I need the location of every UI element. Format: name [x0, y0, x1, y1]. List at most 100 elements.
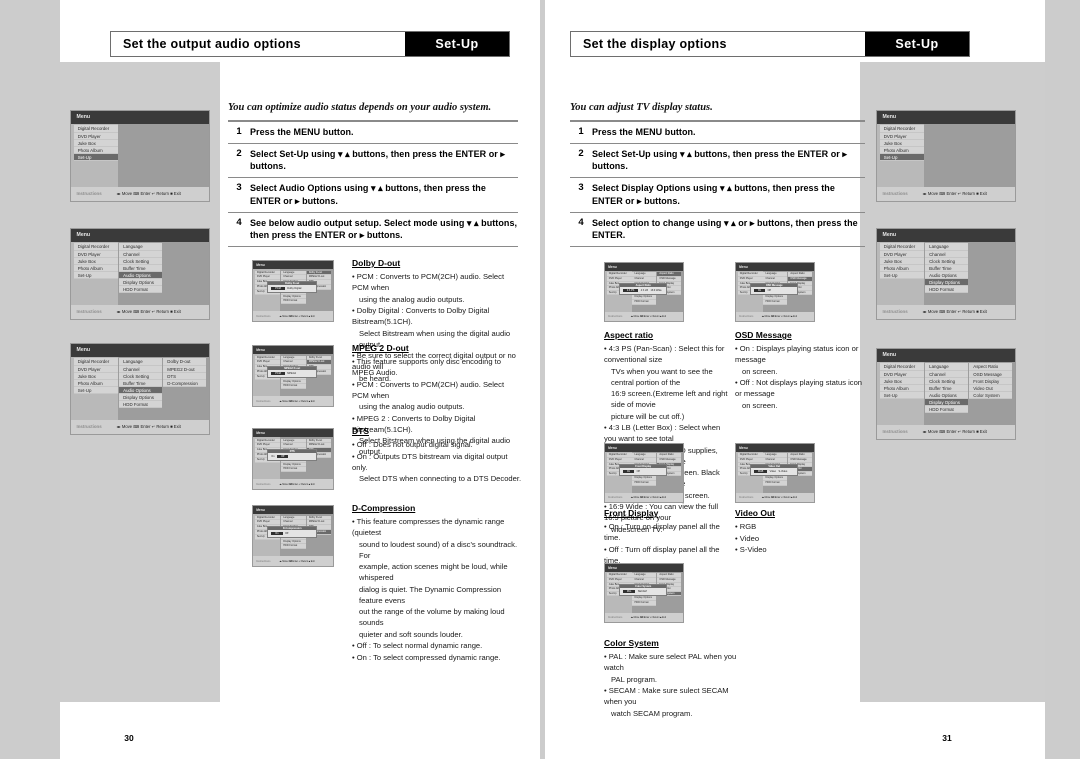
tv-dialog-option[interactable]: On: [271, 455, 274, 458]
tv-menu-item[interactable]: Photo Album: [879, 147, 924, 154]
tv-dialog-option[interactable]: Video: [770, 470, 776, 473]
tv-menu-item[interactable]: HDD Format: [925, 406, 969, 414]
step-number: 4: [236, 216, 242, 228]
tv-menu-item[interactable]: Display Options: [119, 279, 163, 287]
tv-menu-item[interactable]: Channel: [119, 366, 163, 373]
tv-menu-item[interactable]: Video Out: [969, 385, 1013, 392]
tv-menu-item[interactable]: HDD Format: [763, 300, 788, 305]
tv-menu-item[interactable]: HDD Format: [119, 401, 163, 409]
tv-menu-item[interactable]: Set-Up: [879, 272, 924, 280]
tv-menu-item[interactable]: DVD Player: [879, 133, 924, 140]
tv-dialog-option[interactable]: S-Video: [778, 470, 787, 473]
tv-menu-item[interactable]: HDD Format: [925, 286, 969, 294]
tv-menu-item[interactable]: Juke Box: [73, 373, 118, 380]
tv-dialog-option[interactable]: 4:3 LB: [641, 289, 648, 292]
tv-menu-item[interactable]: OSD Message: [969, 371, 1013, 378]
tv-menu-item[interactable]: Buffer Time: [925, 265, 969, 272]
tv-menu-item[interactable]: Photo Album: [879, 385, 924, 392]
tv-menu-item[interactable]: HDD Format: [281, 299, 306, 305]
tv-menu-item[interactable]: Photo Album: [73, 380, 118, 387]
tv-menu-item[interactable]: Photo Album: [73, 147, 118, 154]
tv-menu-item[interactable]: DVD Player: [879, 251, 924, 258]
tv-menu-item[interactable]: Juke Box: [73, 140, 118, 147]
tv-menu-item[interactable]: Photo Album: [879, 265, 924, 272]
tv-menu-item[interactable]: Audio Options: [925, 392, 969, 400]
tv-dialog-option[interactable]: 16:9 Wide: [650, 289, 661, 292]
tv-menu-item[interactable]: Juke Box: [879, 258, 924, 265]
tv-menu-item[interactable]: Display Options: [925, 279, 969, 287]
tv-menu-item[interactable]: Channel: [925, 251, 969, 258]
tv-menu-item[interactable]: DVD Player: [73, 133, 118, 140]
tv-dialog-option[interactable]: PCM: [271, 287, 285, 291]
tv-menu-item[interactable]: Set-Up: [73, 153, 118, 162]
tv-menu-item[interactable]: DVD Player: [879, 371, 924, 378]
tv-menu-item[interactable]: Buffer Time: [119, 265, 163, 272]
tv-dialog-option[interactable]: On: [271, 532, 283, 536]
tv-menu-item[interactable]: Digital Recorder: [73, 125, 118, 133]
tv-menu-item[interactable]: HDD Format: [281, 384, 306, 390]
tv-menu-item[interactable]: Buffer Time: [925, 385, 969, 392]
tv-dialog-option[interactable]: On: [622, 469, 635, 473]
tv-menu-item[interactable]: Aspect Ratio: [969, 363, 1013, 371]
tv-menu-item[interactable]: Set-Up: [73, 272, 118, 280]
tv-dialog-option[interactable]: Dolby Digital: [287, 287, 301, 290]
option-bullet: PAL program.: [611, 674, 658, 684]
tv-menu-item[interactable]: HDD Format: [119, 286, 163, 294]
tv-menu-item[interactable]: Language: [925, 363, 969, 371]
tv-menu-item[interactable]: Channel: [119, 251, 163, 258]
tv-menu-item[interactable]: Color System: [969, 392, 1013, 400]
tv-menu-item[interactable]: D-Compression: [163, 380, 207, 387]
tv-menu-item[interactable]: Display Options: [119, 394, 163, 402]
tv-dialog-option[interactable]: MPEG2: [287, 372, 296, 375]
tv-menu-item[interactable]: Language: [119, 358, 163, 366]
tv-menu-item[interactable]: Digital Recorder: [73, 358, 118, 366]
tv-menu-item[interactable]: Juke Box: [73, 258, 118, 265]
tv-menu-item[interactable]: Language: [925, 243, 969, 251]
tv-dialog-option[interactable]: SECAM: [638, 590, 647, 593]
tv-menu-item[interactable]: HDD Format: [763, 481, 788, 486]
tv-menu-item[interactable]: HDD Format: [281, 467, 306, 473]
tv-menu-item[interactable]: Clock Setting: [119, 373, 163, 380]
tv-menu-item[interactable]: HDD Format: [632, 481, 657, 486]
tv-menu-item[interactable]: Language: [119, 243, 163, 251]
tv-menu-item[interactable]: Front Display: [969, 378, 1013, 385]
tv-menu-item[interactable]: Audio Options: [925, 272, 969, 280]
tv-dialog-option[interactable]: PCM: [271, 372, 285, 376]
tv-menu-item[interactable]: MPEG2 D-out: [163, 366, 207, 373]
tv-menu-item[interactable]: Digital Recorder: [879, 243, 924, 251]
tv-menu-item[interactable]: Dolby D-out: [163, 358, 207, 366]
tv-menu-item[interactable]: Display Options: [925, 399, 969, 407]
tv-menu-item[interactable]: Audio Options: [119, 386, 163, 395]
tv-menu-titlebar: [253, 346, 333, 355]
tv-menu-item[interactable]: Digital Recorder: [879, 125, 924, 133]
tv-menu-item[interactable]: HDD Format: [632, 300, 657, 305]
tv-menu-item[interactable]: Set-Up: [879, 392, 924, 400]
tv-dialog-option[interactable]: Off: [768, 289, 771, 292]
tv-menu-item[interactable]: Photo Album: [73, 265, 118, 272]
tv-menu-item[interactable]: Juke Box: [879, 378, 924, 385]
tv-menu-item[interactable]: DVD Player: [73, 251, 118, 258]
tv-dialog-option[interactable]: Off: [285, 532, 288, 535]
tv-menu-item[interactable]: Digital Recorder: [879, 363, 924, 371]
tv-dialog-option[interactable]: PAL: [622, 589, 636, 593]
tv-menu-item[interactable]: Audio Options: [119, 271, 163, 280]
tv-dialog-option[interactable]: Off: [277, 455, 289, 459]
tv-menu-item[interactable]: Channel: [925, 371, 969, 378]
tv-menu-item[interactable]: Clock Setting: [925, 378, 969, 385]
tv-menu-item[interactable]: Clock Setting: [925, 258, 969, 265]
tv-dialog-option[interactable]: 4:3 PS: [622, 288, 639, 292]
tv-menu-item[interactable]: HDD Format: [281, 544, 306, 550]
tv-instructions-keys: ◂▸ Move ⌨ Enter ↵ Return ■ Exit: [116, 191, 181, 197]
tv-menu-item[interactable]: Set-Up: [879, 153, 924, 162]
tv-menu-item[interactable]: DTS: [163, 373, 207, 380]
tv-menu-item[interactable]: Buffer Time: [119, 380, 163, 387]
tv-dialog-option[interactable]: Off: [637, 470, 640, 473]
tv-menu-item[interactable]: Digital Recorder: [73, 243, 118, 251]
tv-dialog-option[interactable]: On: [753, 288, 766, 292]
tv-menu-item[interactable]: DVD Player: [73, 366, 118, 373]
tv-menu-item[interactable]: Set-Up: [73, 387, 118, 395]
tv-menu-item[interactable]: Clock Setting: [119, 258, 163, 265]
tv-menu-item[interactable]: Juke Box: [879, 140, 924, 147]
tv-menu-item[interactable]: HDD Format: [632, 601, 657, 606]
tv-dialog-option[interactable]: RGB: [753, 469, 768, 473]
